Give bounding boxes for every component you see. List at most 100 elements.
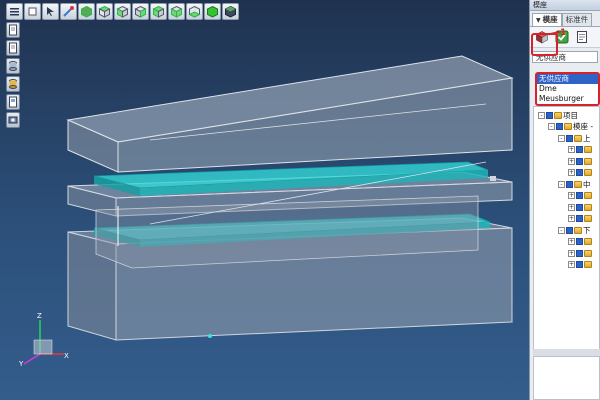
view-iso-icon [81,5,92,18]
tree-checkbox[interactable] [576,146,583,153]
panel-title: 模座 [530,0,600,11]
tree-expander-icon[interactable]: + [568,157,575,165]
tree-node[interactable]: + [568,214,593,224]
view-right-icon [134,5,147,18]
camera-button[interactable] [6,112,20,128]
folder-icon [584,169,592,176]
tab-label: 模座 [542,15,558,24]
tree-node[interactable]: -中 [558,179,591,189]
tree-node[interactable]: + [568,191,593,201]
cylinder-button[interactable] [6,58,20,74]
tree-checkbox[interactable] [556,123,563,130]
view-left-button[interactable] [150,3,167,20]
tree-checkbox[interactable] [576,261,583,268]
tree-node[interactable]: + [568,248,593,258]
tree-expander-icon[interactable]: + [568,169,575,176]
document-button[interactable] [573,29,590,46]
view-front-icon [116,5,129,18]
page-icon [9,24,17,36]
tree-checkbox[interactable] [576,238,583,245]
tree-expander-icon[interactable]: + [568,215,575,222]
menu-button[interactable] [6,3,23,20]
page-button-2[interactable] [6,40,20,56]
view-dark-button[interactable] [222,3,239,20]
tree-expander-icon[interactable]: - [558,134,565,142]
tree-checkbox[interactable] [576,169,583,176]
view-back-button[interactable] [168,3,185,20]
tree-node[interactable]: - 项目 [538,110,578,120]
tab-standard-parts[interactable]: 标准件 [561,13,593,26]
folder-icon [584,215,592,222]
view-right-button[interactable] [132,3,149,20]
tool-button[interactable] [60,3,77,20]
tree-expander-icon[interactable]: + [568,192,575,199]
tree-expander-icon[interactable]: - [558,226,565,234]
axis-triad: Z Y X [18,312,69,368]
tree-expander-icon[interactable]: - [548,123,555,130]
3d-viewport[interactable]: Z Y X [0,0,529,400]
tree-node[interactable]: + [568,202,593,212]
tree-node[interactable]: -上 [558,133,591,143]
folder-icon [584,238,592,245]
doc-button[interactable] [6,94,20,110]
view-green-button[interactable] [204,3,221,20]
select-button[interactable] [42,3,59,20]
folder-icon [584,192,592,199]
tree-expander-icon[interactable]: + [568,146,575,153]
tab-label: 标准件 [565,15,589,24]
vendor-option-dme[interactable]: Dme [537,84,598,94]
camera-icon [8,116,18,124]
tree-checkbox[interactable] [576,249,583,257]
project-tree[interactable]: - 项目 - 模座 - - 上 + + + - 中 + + + - 下 + + + [533,106,600,352]
tree-checkbox[interactable] [566,180,573,188]
tree-node[interactable]: + [568,156,593,166]
tree-node-label: 上 [583,133,591,143]
left-toolbar [6,22,20,128]
tree-checkbox[interactable] [576,203,583,211]
tree-checkbox[interactable] [576,192,583,199]
tree-checkbox[interactable] [546,111,553,119]
tree-node[interactable]: + [568,260,593,270]
tree-checkbox[interactable] [576,157,583,165]
tree-node[interactable]: - 模座 - [548,122,593,132]
doc-icon [9,96,17,108]
tree-expander-icon[interactable]: + [568,203,575,211]
tree-node[interactable]: + [568,145,593,155]
vendor-option-meusburger[interactable]: Meusburger [537,94,598,104]
origin-marker [208,334,212,338]
view-iso-button[interactable] [78,3,95,20]
page-button[interactable] [6,22,20,38]
tree-node[interactable]: -下 [558,225,591,235]
square-button[interactable] [24,3,41,20]
view-top-button[interactable] [96,3,113,20]
tab-mold-base[interactable]: ▼ 模座 [532,13,562,26]
tree-node-label: 项目 [563,110,578,120]
tree-node[interactable]: + [568,168,593,178]
folder-icon [584,261,592,268]
view-dark-icon [225,5,236,18]
tree-checkbox[interactable] [576,215,583,222]
cylinder-button-2[interactable] [6,76,20,92]
tree-expander-icon[interactable]: + [568,238,575,245]
tree-node-label: 模座 - [573,122,594,131]
axis-y-label: Y [18,360,24,368]
mold-base-model[interactable]: Z Y X [0,0,529,400]
document-icon [576,31,587,43]
folder-icon [584,203,592,211]
vendor-dropdown-list: 无供应商 Dme Meusburger [535,72,600,106]
tree-expander-icon[interactable]: + [568,249,575,257]
folder-icon [584,249,592,257]
view-front-button[interactable] [114,3,131,20]
menu-icon [10,8,19,16]
tree-node[interactable]: + [568,237,593,247]
tree-checkbox[interactable] [566,134,573,142]
vendor-option-none[interactable]: 无供应商 [537,74,598,84]
tree-checkbox[interactable] [566,226,573,234]
tree-expander-icon[interactable]: - [558,180,565,188]
tree-node-label: 中 [583,179,591,189]
view-bottom-button[interactable] [186,3,203,20]
tree-expander-icon[interactable]: - [538,111,545,119]
tree-scrollbar[interactable] [533,349,600,356]
tree-expander-icon[interactable]: + [568,261,575,268]
cylinder-icon [9,79,17,89]
